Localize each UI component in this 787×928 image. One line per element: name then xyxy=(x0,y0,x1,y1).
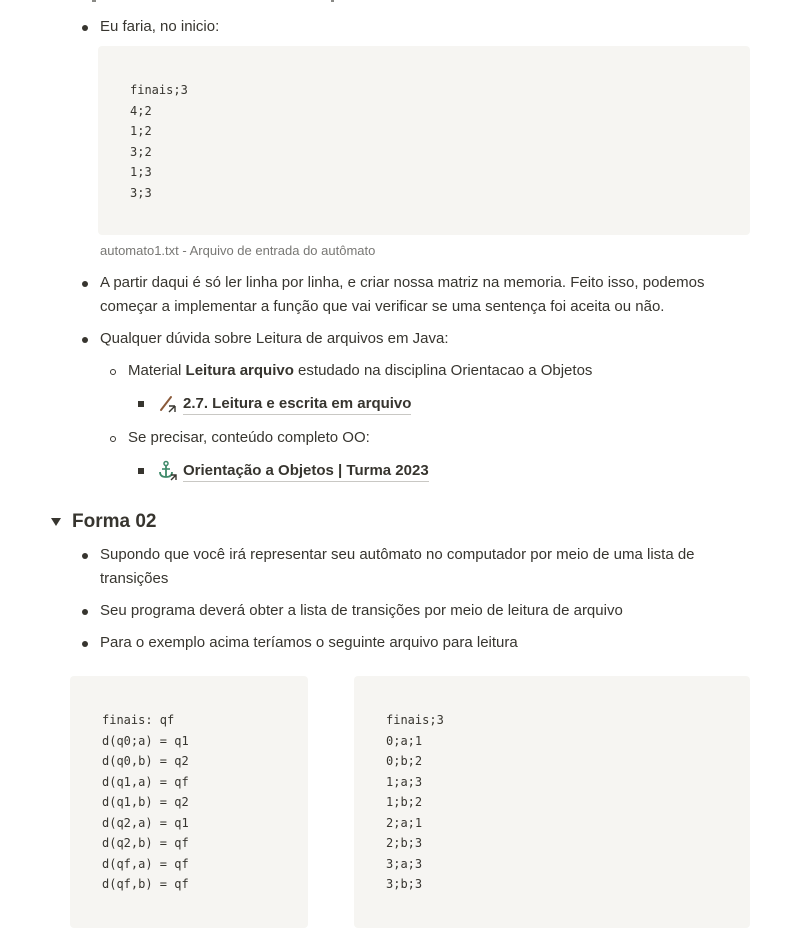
code-content: finais;3 4;2 1;2 3;2 1;3 3;3 xyxy=(130,80,188,203)
sub-list-item-text: Material Leitura arquivo estudado na dis… xyxy=(128,359,592,383)
sub-sub-bullet xyxy=(138,468,144,474)
sub-item-prefix: Material xyxy=(128,362,186,379)
code-line: finais;3 xyxy=(386,713,444,727)
sub-sub-bullet xyxy=(138,401,144,407)
bullet xyxy=(82,25,88,31)
code-line: 2;a;1 xyxy=(386,815,423,830)
bullet xyxy=(82,281,88,287)
list-item-text: Para o exemplo acima teríamos o seguinte… xyxy=(100,634,518,651)
list-item-text: transições xyxy=(100,570,169,587)
code-line: 4;2 xyxy=(130,103,152,118)
code-line: d(qf,b) = qf xyxy=(102,877,189,891)
code-caption: automato1.txt - Arquivo de entrada do au… xyxy=(100,243,376,258)
code-line: 1;2 xyxy=(130,124,152,138)
list-item-text: Seu programa deverá obter a lista de tra… xyxy=(100,602,623,619)
code-block[interactable]: finais;3 4;2 1;2 3;2 1;3 3;3 xyxy=(98,46,750,235)
code-content: finais: qf d(q0;a) = q1 d(q0,b) = q2 d(q1,a… xyxy=(102,710,189,895)
bullet xyxy=(82,609,88,615)
bullet xyxy=(82,337,88,343)
link-leitura-escrita-arquivo[interactable]: 2.7. Leitura e escrita em arquivo xyxy=(183,394,412,415)
code-line: d(q2,a) = q1 xyxy=(102,815,189,830)
bullet xyxy=(82,553,88,559)
code-line: 3;2 xyxy=(130,144,152,159)
code-line: finais;3 xyxy=(130,83,188,97)
code-line: 3;b;3 xyxy=(386,877,423,891)
code-line: 1;b;2 xyxy=(386,795,423,809)
code-line: d(q1,a) = qf xyxy=(102,774,189,789)
code-line: d(q2,b) = qf xyxy=(102,836,189,850)
code-line: d(qf,a) = qf xyxy=(102,856,189,871)
list-item-text: Eu faria, no inicio: xyxy=(100,18,220,35)
list-item-text: A partir daqui é só ler linha por linha,… xyxy=(100,274,705,291)
code-block-left[interactable]: finais: qf d(q0;a) = q1 d(q0,b) = q2 d(q1,a… xyxy=(70,676,308,928)
section-heading: Forma 02 xyxy=(72,511,157,532)
code-line: 1;3 xyxy=(130,165,152,179)
sub-bullet xyxy=(110,436,116,442)
list-item-text: Qualquer dúvida sobre Leitura de arquivo… xyxy=(100,330,449,347)
code-line: finais: qf xyxy=(102,713,175,727)
pencil-icon xyxy=(158,394,178,414)
code-line: d(q1,b) = q2 xyxy=(102,795,189,809)
sub-item-bold: Leitura arquivo xyxy=(185,362,294,379)
bullet xyxy=(82,641,88,647)
code-line: d(q0;a) = q1 xyxy=(102,733,189,748)
code-line: 1;a;3 xyxy=(386,774,423,789)
cropped-text-fragment xyxy=(331,0,334,2)
list-item-text: começar a implementar a função que vai v… xyxy=(100,298,665,315)
code-line: d(q0,b) = q2 xyxy=(102,754,189,768)
code-line: 3;a;3 xyxy=(386,856,423,871)
list-item-text: Supondo que você irá representar seu aut… xyxy=(100,546,695,563)
code-line: 0;a;1 xyxy=(386,733,423,748)
code-block-right[interactable]: finais;3 0;a;1 0;b;2 1;a;3 1;b;2 2;a;1 2;b;3 3;… xyxy=(354,676,750,928)
code-content: finais;3 0;a;1 0;b;2 1;a;3 1;b;2 2;a;1 2;b;3 3;… xyxy=(386,710,444,895)
toggle-caret-icon[interactable] xyxy=(51,518,61,526)
sub-list-item-text: Se precisar, conteúdo completo OO: xyxy=(128,429,370,446)
cropped-text-fragment xyxy=(92,0,96,2)
sub-item-suffix: estudado na disciplina Orientacao a Obje… xyxy=(293,362,593,379)
code-line: 2;b;3 xyxy=(386,836,423,850)
sub-bullet xyxy=(110,369,116,375)
anchor-icon xyxy=(158,460,178,482)
code-line: 3;3 xyxy=(130,185,152,200)
code-line: 0;b;2 xyxy=(386,754,423,768)
link-orientacao-objetos[interactable]: Orientação a Objetos | Turma 2023 xyxy=(183,461,429,482)
